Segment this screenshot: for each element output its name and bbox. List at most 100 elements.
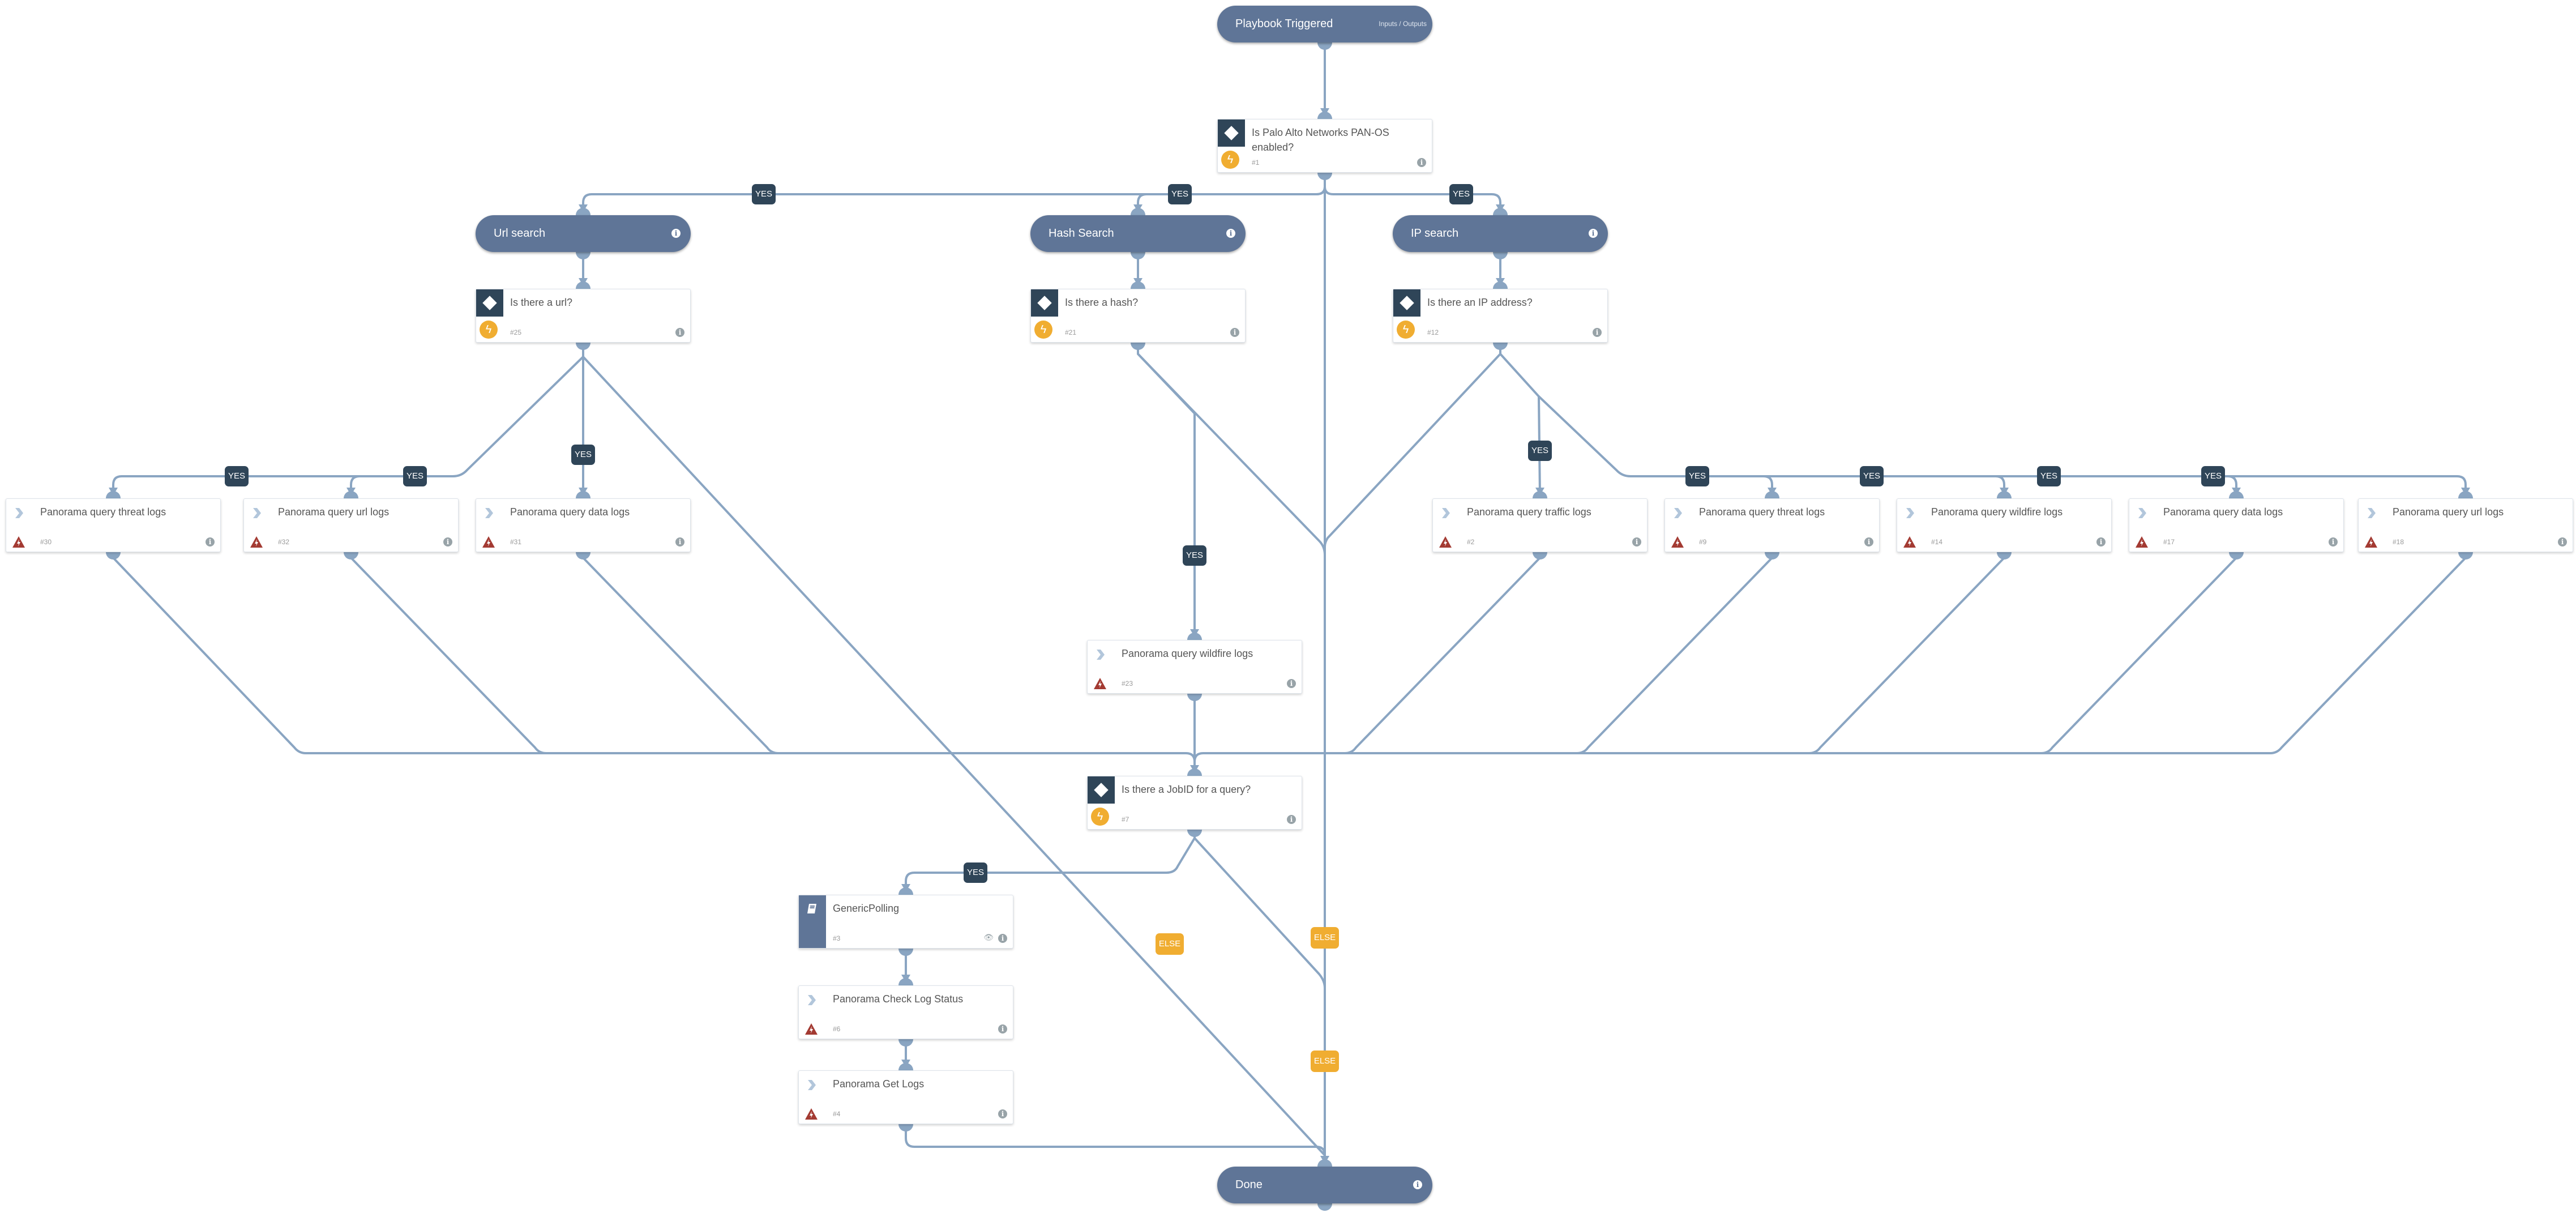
input-port[interactable] — [344, 491, 358, 498]
info-icon[interactable]: i — [671, 229, 681, 238]
output-port[interactable] — [1317, 173, 1332, 180]
input-port[interactable] — [576, 208, 590, 215]
info-icon[interactable]: i — [1589, 229, 1598, 238]
info-icon[interactable]: i — [998, 1024, 1007, 1034]
info-icon[interactable]: i — [1864, 537, 1873, 546]
output-port[interactable] — [106, 552, 121, 560]
condition-node-7[interactable]: ϟ Is there a JobID for a query? #7 i — [1087, 776, 1302, 830]
section-hash-search[interactable]: Hash Search i — [1030, 215, 1246, 252]
node-title: Is there an IP address? — [1427, 297, 1533, 308]
input-port[interactable] — [2458, 491, 2473, 498]
input-port[interactable] — [1997, 491, 2012, 498]
task-node-32[interactable]: Panorama query url logs #32 i — [243, 498, 459, 552]
task-node-4[interactable]: Panorama Get Logs #4 i — [798, 1070, 1013, 1124]
task-node-17[interactable]: Panorama query data logs #17 i — [2129, 498, 2344, 552]
input-port[interactable] — [106, 491, 121, 498]
info-icon[interactable]: i — [1287, 679, 1296, 688]
output-port[interactable] — [1187, 830, 1202, 837]
node-number: #17 — [2163, 538, 2175, 546]
condition-node-12[interactable]: ϟ Is there an IP address? #12 i — [1393, 289, 1608, 343]
info-icon[interactable]: i — [1230, 328, 1239, 337]
task-node-18[interactable]: Panorama query url logs #18 i — [2358, 498, 2573, 552]
info-icon[interactable]: i — [1632, 537, 1641, 546]
info-icon[interactable]: i — [2096, 537, 2106, 546]
output-port[interactable] — [1317, 1203, 1332, 1211]
input-port[interactable] — [1317, 112, 1332, 119]
info-icon[interactable]: i — [998, 1109, 1007, 1118]
section-ip-search[interactable]: IP search i — [1393, 215, 1608, 252]
output-port[interactable] — [1187, 694, 1202, 701]
input-port[interactable] — [2229, 491, 2244, 498]
input-port[interactable] — [1131, 208, 1145, 215]
task-node-14[interactable]: Panorama query wildfire logs #14 i — [1897, 498, 2112, 552]
output-port[interactable] — [898, 1039, 913, 1047]
condition-node-21[interactable]: ϟ Is there a hash? #21 i — [1030, 289, 1246, 343]
info-icon[interactable]: i — [1287, 815, 1296, 824]
input-port[interactable] — [576, 491, 590, 498]
info-icon[interactable]: i — [675, 328, 684, 337]
output-port[interactable] — [344, 552, 358, 560]
output-port[interactable] — [1317, 42, 1332, 50]
output-port[interactable] — [1131, 252, 1145, 259]
info-icon[interactable]: i — [1417, 158, 1426, 167]
output-port[interactable] — [576, 343, 590, 350]
input-port[interactable] — [1187, 633, 1202, 640]
input-port[interactable] — [1187, 768, 1202, 776]
playbook-node-3[interactable]: GenericPolling #3 👁 i — [798, 895, 1013, 949]
input-port[interactable] — [1533, 491, 1547, 498]
info-icon[interactable]: i — [2329, 537, 2338, 546]
output-port[interactable] — [2458, 552, 2473, 560]
section-title: Url search — [494, 227, 546, 240]
automation-bolt-icon: ϟ — [480, 321, 498, 339]
output-port[interactable] — [576, 252, 590, 259]
task-node-23[interactable]: Panorama query wildfire logs #23 i — [1087, 640, 1302, 694]
info-icon[interactable]: i — [443, 537, 452, 546]
output-port[interactable] — [1131, 343, 1145, 350]
condition-node-25[interactable]: ϟ Is there a url? #25 i — [476, 289, 691, 343]
section-title: Hash Search — [1049, 227, 1114, 240]
input-port[interactable] — [1765, 491, 1779, 498]
edge-yes-17 — [1996, 475, 2237, 496]
input-port[interactable] — [1493, 208, 1508, 215]
task-node-2[interactable]: Panorama query traffic logs #2 i — [1432, 498, 1648, 552]
input-port[interactable] — [1131, 281, 1145, 289]
output-port[interactable] — [1533, 552, 1547, 560]
book-icon — [807, 904, 816, 913]
info-icon[interactable]: i — [998, 934, 1007, 943]
info-icon[interactable]: i — [1413, 1180, 1422, 1189]
info-icon[interactable]: i — [1593, 328, 1602, 337]
input-port[interactable] — [898, 1063, 913, 1070]
input-port[interactable] — [1493, 281, 1508, 289]
condition-node-1[interactable]: ϟ Is Palo Alto Networks PAN-OS enabled? … — [1217, 119, 1432, 173]
done-node[interactable]: Done i — [1217, 1167, 1432, 1203]
task-node-31[interactable]: Panorama query data logs #31 i — [476, 498, 691, 552]
node-number: #14 — [1931, 538, 1943, 546]
output-port[interactable] — [898, 949, 913, 956]
output-port[interactable] — [898, 1124, 913, 1131]
section-url-search[interactable]: Url search i — [476, 215, 691, 252]
output-port[interactable] — [1493, 343, 1508, 350]
playbook-triggered-node[interactable]: Playbook Triggered Inputs / Outputs — [1217, 6, 1432, 42]
info-icon[interactable]: i — [206, 537, 215, 546]
node-title: Panorama query data logs — [510, 506, 630, 518]
input-port[interactable] — [576, 281, 590, 289]
task-node-30[interactable]: Panorama query threat logs #30 i — [6, 498, 221, 552]
inputs-outputs-link[interactable]: Inputs / Outputs — [1379, 6, 1427, 42]
output-port[interactable] — [1493, 252, 1508, 259]
eye-icon[interactable]: 👁 — [983, 933, 994, 942]
node-number: #6 — [833, 1025, 841, 1033]
output-port[interactable] — [1997, 552, 2012, 560]
output-port[interactable] — [576, 552, 590, 560]
info-icon[interactable]: i — [675, 537, 684, 546]
task-node-6[interactable]: Panorama Check Log Status #6 i — [798, 985, 1013, 1039]
yes-label: YES — [2037, 466, 2061, 486]
task-node-9[interactable]: Panorama query threat logs #9 i — [1664, 498, 1880, 552]
info-icon[interactable]: i — [2558, 537, 2567, 546]
node-number: #9 — [1699, 538, 1707, 546]
output-port[interactable] — [2229, 552, 2244, 560]
info-icon[interactable]: i — [1226, 229, 1235, 238]
input-port[interactable] — [898, 887, 913, 895]
input-port[interactable] — [898, 978, 913, 985]
input-port[interactable] — [1317, 1159, 1332, 1167]
output-port[interactable] — [1765, 552, 1779, 560]
